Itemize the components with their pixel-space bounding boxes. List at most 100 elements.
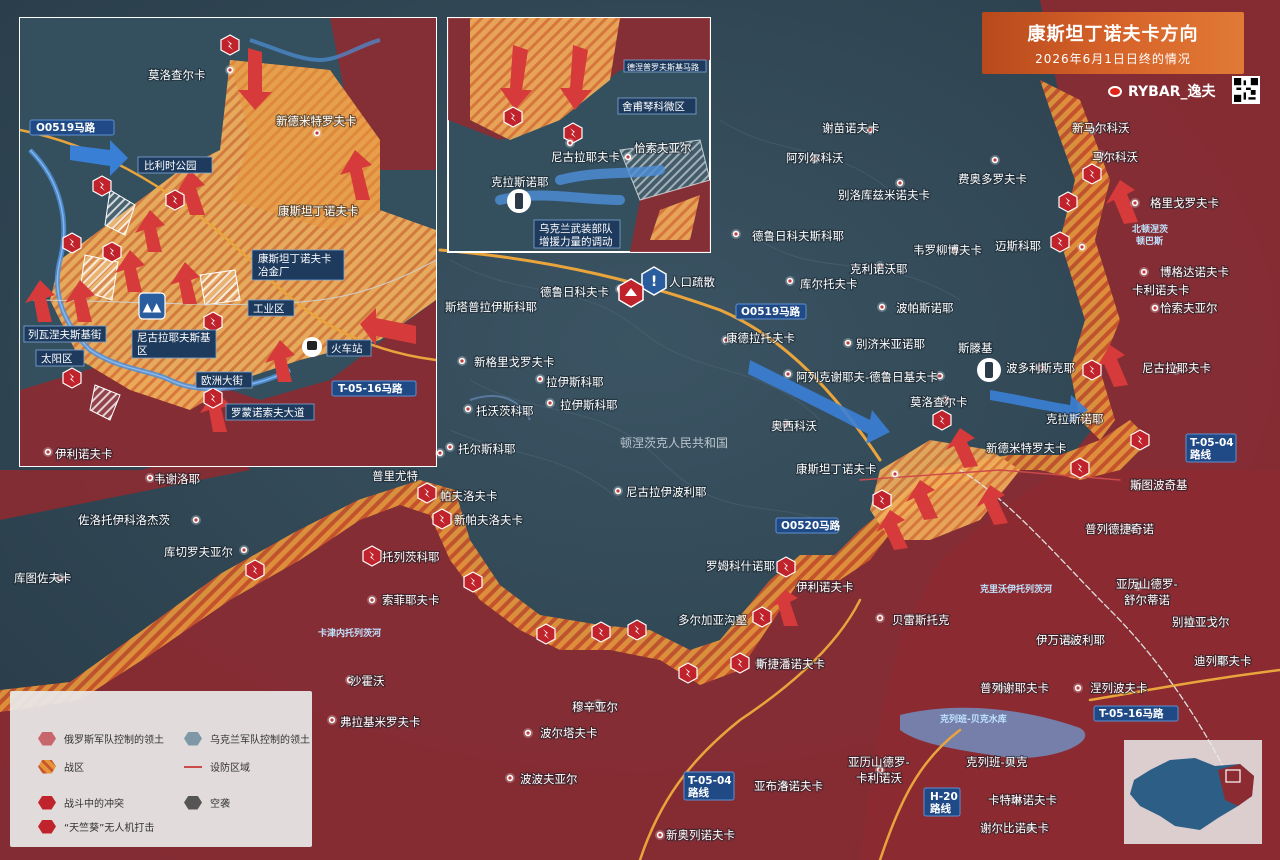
inset-t-kramat: 克拉斯诺耶 [491, 175, 549, 189]
map-label: 克利诺沃耶 [850, 262, 908, 276]
map-label: 克里沃伊托列茨河 [980, 583, 1052, 595]
map-label: 索菲耶夫卡 [382, 593, 440, 607]
map-label: 太阳区 [41, 352, 73, 365]
map-label: 别洛库兹米诺夫卡 [838, 188, 930, 202]
map-label: 库尔托夫卡 [800, 277, 858, 291]
map-label: 恰索夫亚尔 [1160, 301, 1218, 315]
map-label: 火车站 [331, 342, 363, 355]
map-label: 迪列耶夫卡 [1194, 654, 1252, 668]
qr-icon [1234, 78, 1258, 102]
hex-red-icon [38, 731, 56, 746]
map-label: 迈斯科耶 [995, 239, 1041, 253]
map-label: T-05-04 [1190, 437, 1234, 449]
inset-l-callout-nikol: 尼古拉耶夫斯基 区 [131, 329, 217, 359]
inset-l-callout-metal: 康斯坦丁诺夫卡 冶金厂 [251, 249, 345, 281]
inset-l-road-t0516: T-05-16马路 [331, 380, 417, 397]
map-label: 罗蒙诺索夫大道 [231, 406, 305, 419]
map-label: 阿列尔科沃 [786, 151, 844, 165]
map-label: 库切罗夫亚尔 [164, 545, 233, 559]
map-label: 格里戈罗夫卡 [1150, 196, 1219, 210]
map-label: 新帕夫洛夫卡 [454, 513, 523, 527]
hex-blue-icon [184, 731, 202, 746]
map-label: 克拉斯诺耶 [1046, 412, 1104, 426]
drone-icon [618, 278, 644, 308]
map-label: 沙霍沃 [350, 674, 385, 688]
title-block: 康斯坦丁诺夫卡方向 2026年6月1日日终的情况 [982, 12, 1244, 74]
inset-l-callout-leva: 列瓦涅夫斯基街 [23, 325, 107, 343]
map-label: 弗拉基米罗夫卡 [340, 715, 421, 729]
inset-l-ilinovka: 伊利诺夫卡 [55, 447, 113, 461]
map-label: 康德拉托夫卡 [726, 331, 795, 345]
road-label-t0504-south: T-05-04 路线 [683, 771, 735, 801]
map-label: 普里尤特 [372, 469, 418, 483]
qr-code [1232, 76, 1260, 104]
map-label: 新德米特罗夫卡 [986, 441, 1067, 455]
inset-konstantinovka: ▲▲ 莫洛查尔卡 新德米特罗夫卡 康斯坦丁诺夫卡 比利时公园 康斯坦丁诺夫卡 冶… [19, 17, 437, 467]
road-label-h20: H-20 路线 [923, 787, 961, 817]
map-label: 多尔加亚沟壑 [678, 613, 747, 627]
inset-l-molochar: 莫洛查尔卡 [148, 68, 206, 82]
map-label: 普列德捷奇诺 [1085, 522, 1154, 536]
troops-icon [977, 358, 1001, 382]
map-label: 波波夫亚尔 [520, 772, 578, 786]
map-label: 阿列克谢耶夫-德鲁日基夫卡 [796, 370, 938, 384]
map-label: T-05-04 [688, 775, 732, 787]
map-label: 乌克兰武装部队 [539, 222, 613, 235]
map-label: O0520马路 [781, 519, 841, 532]
map-label: 韦罗柳博夫卡 [913, 243, 982, 257]
page-title: 康斯坦丁诺夫卡方向 [1027, 24, 1199, 45]
map-label: 托沃茨科耶 [476, 404, 534, 418]
legend-zone: 战区 [38, 759, 84, 774]
map-label: 顿巴斯 [1136, 235, 1163, 247]
inset-l-callout-europe: 欧洲大街 [195, 371, 253, 389]
map-label: 北顿涅茨 [1132, 223, 1168, 235]
inset-l-callout-park: 比利时公园 [137, 156, 213, 174]
map-label: O0519马路 [741, 305, 801, 318]
map-label: 比利时公园 [144, 159, 197, 172]
map-label: 路线 [1190, 448, 1212, 461]
map-label: 路线 [688, 786, 709, 799]
map-label: 拉伊斯科耶 [546, 375, 604, 389]
map-label: 亚历山德罗- [1116, 577, 1178, 591]
inset-l-road-o0519: O0519马路 [29, 119, 115, 136]
map-label: H-20 [930, 791, 958, 803]
inset-l-callout-industrial: 工业区 [247, 299, 295, 317]
page-subtitle: 2026年6月1日日终的情况 [1035, 52, 1191, 66]
map-label: T-05-16马路 [338, 382, 403, 395]
map-label: 顿涅茨克人民共和国 [620, 436, 728, 450]
map-label: 冶金厂 [258, 265, 290, 278]
legend-defense: 设防区域 [184, 759, 250, 774]
map-label: 卡特琳诺夫卡 [988, 793, 1057, 807]
map-label: 增援力量的调动 [539, 235, 613, 248]
evac-icon: ! [641, 266, 667, 296]
map-label: 奥西科沃 [771, 419, 817, 433]
conflict-icon [38, 795, 56, 810]
inset-l-callout-rom: 罗蒙诺索夫大道 [225, 403, 315, 421]
line-icon [184, 765, 202, 768]
drone-icon [38, 819, 56, 834]
map-label: 康斯坦丁诺夫卡 [258, 252, 332, 265]
map-label: 工业区 [253, 303, 285, 315]
inset-l-konst: 康斯坦丁诺夫卡 [278, 204, 359, 218]
map-label: 马尔科沃 [1092, 150, 1138, 164]
inset-t-chasov: 恰索夫亚尔 [634, 141, 692, 155]
legend-drone: “天竺葵”无人机打击 [38, 819, 154, 834]
map-label: 卡利诺夫卡 [1132, 283, 1190, 297]
legend-ukrainian: 乌克兰军队控制的领土 [184, 731, 310, 746]
map-label: 德涅普罗夫斯基马路 [627, 62, 699, 72]
map-label: 穆辛亚尔 [572, 700, 618, 714]
map-label: 斯塔普拉伊斯科耶 [445, 300, 537, 314]
map-label: 库图佐夫卡 [14, 571, 72, 585]
inset-t-callout-plant: 德涅普罗夫斯基马路 [623, 59, 707, 73]
map-label: 亚布洛诺夫卡 [754, 779, 823, 793]
map-label: 佐洛托伊科洛杰茨 [78, 513, 170, 527]
road-label-t0516-east: T-05-16马路 [1093, 705, 1179, 722]
map-label: 尼古拉耶夫卡 [1142, 361, 1211, 375]
map-label: 卡利诺沃 [856, 771, 902, 785]
inset-l-callout-sun: 太阳区 [35, 349, 85, 367]
map-label: 别济米亚诺耶 [856, 337, 925, 351]
map-label: ! [651, 274, 657, 290]
map-label: 伊万诺波利耶 [1036, 633, 1105, 647]
map-label: 莫洛查尔卡 [910, 395, 968, 409]
map-label: 费奥多罗夫卡 [958, 172, 1027, 186]
